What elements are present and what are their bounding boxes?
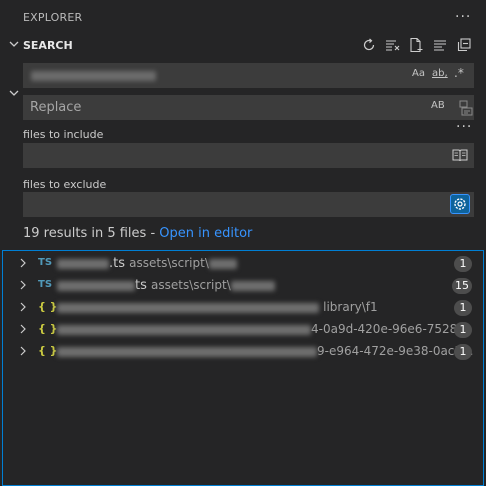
result-file-path: 9-e964-472e-9e38-0ac1...: [317, 344, 474, 358]
result-file-path: assets\script\: [129, 256, 209, 270]
typescript-file-icon: TS: [38, 257, 53, 268]
chevron-right-icon[interactable]: [18, 258, 28, 268]
use-exclude-settings-button[interactable]: [450, 194, 470, 214]
json-file-icon: { }: [38, 300, 58, 313]
match-whole-word-toggle[interactable]: ab,: [432, 68, 448, 79]
result-file-name: 4-0a9d-420e-96e6-7528...: [57, 322, 469, 337]
replace-input[interactable]: Replace AB: [23, 95, 474, 120]
refresh-icon[interactable]: [361, 37, 377, 53]
result-file-row[interactable]: { } 9-e964-472e-9e38-0ac1... 1: [3, 341, 483, 363]
result-file-path: 4-0a9d-420e-96e6-7528...: [311, 322, 469, 336]
replace-placeholder: Replace: [30, 100, 82, 115]
search-results-tree[interactable]: TS .ts assets\script\ 1 TS ts assets\scr…: [2, 250, 484, 486]
results-count-text: 19 results in 5 files -: [23, 226, 160, 241]
file-name-text: .ts: [109, 256, 126, 271]
open-in-editor-link[interactable]: Open in editor: [159, 226, 252, 241]
result-count-badge: 1: [454, 256, 472, 272]
search-query-text: [31, 71, 156, 81]
result-file-path: assets\script\: [151, 278, 231, 292]
search-section-header[interactable]: SEARCH: [0, 35, 486, 57]
files-to-exclude-label: files to exclude: [23, 178, 107, 191]
preserve-case-toggle[interactable]: AB: [431, 100, 445, 111]
json-file-icon: { }: [38, 344, 58, 357]
view-as-tree-icon[interactable]: [432, 37, 448, 53]
result-file-name: library\f1: [57, 300, 378, 315]
result-file-row[interactable]: TS ts assets\script\ 15: [3, 275, 483, 297]
explorer-title: EXPLORER: [23, 11, 83, 24]
files-to-include-input[interactable]: [23, 143, 474, 168]
chevron-right-icon[interactable]: [18, 280, 28, 290]
typescript-file-icon: TS: [38, 279, 53, 290]
files-to-exclude-input[interactable]: [23, 192, 474, 217]
chevron-right-icon[interactable]: [18, 346, 28, 356]
open-editors-only-icon[interactable]: [452, 148, 468, 162]
clear-results-icon[interactable]: [385, 37, 401, 53]
chevron-right-icon[interactable]: [18, 302, 28, 312]
files-to-include-label: files to include: [23, 128, 104, 141]
explorer-header: EXPLORER ···: [0, 0, 486, 35]
gear-icon: [454, 198, 466, 210]
result-count-badge: 1: [454, 344, 472, 360]
search-section-title: SEARCH: [23, 39, 73, 52]
match-case-toggle[interactable]: Aa: [412, 68, 425, 79]
replace-all-icon[interactable]: [457, 99, 475, 117]
result-file-name: ts assets\script\: [57, 278, 275, 293]
toggle-search-details-icon[interactable]: ···: [456, 119, 472, 135]
results-summary: 19 results in 5 files - Open in editor: [23, 226, 252, 241]
result-file-name: 9-e964-472e-9e38-0ac1...: [57, 344, 473, 359]
whole-word-label: ab: [432, 68, 445, 79]
new-search-editor-icon[interactable]: [408, 37, 424, 53]
result-count-badge: 1: [454, 300, 472, 316]
collapse-all-icon[interactable]: [456, 37, 472, 53]
json-file-icon: { }: [38, 322, 58, 335]
result-count-badge: 15: [452, 278, 472, 294]
result-file-path: library\f1: [323, 300, 378, 314]
toggle-replace-chevron-icon[interactable]: [7, 86, 21, 100]
result-file-row[interactable]: { } 4-0a9d-420e-96e6-7528... 1: [3, 319, 483, 341]
result-file-row[interactable]: { } library\f1 1: [3, 297, 483, 319]
result-file-name: .ts assets\script\: [57, 256, 237, 271]
result-file-row[interactable]: TS .ts assets\script\ 1: [3, 253, 483, 275]
chevron-down-icon[interactable]: [7, 37, 21, 51]
search-input[interactable]: Aa ab, .*: [23, 63, 474, 88]
file-name-text: ts: [135, 278, 147, 293]
chevron-right-icon[interactable]: [18, 324, 28, 334]
result-count-badge: 1: [454, 322, 472, 338]
regex-toggle[interactable]: .*: [454, 66, 464, 80]
more-actions-icon[interactable]: ···: [455, 9, 471, 25]
